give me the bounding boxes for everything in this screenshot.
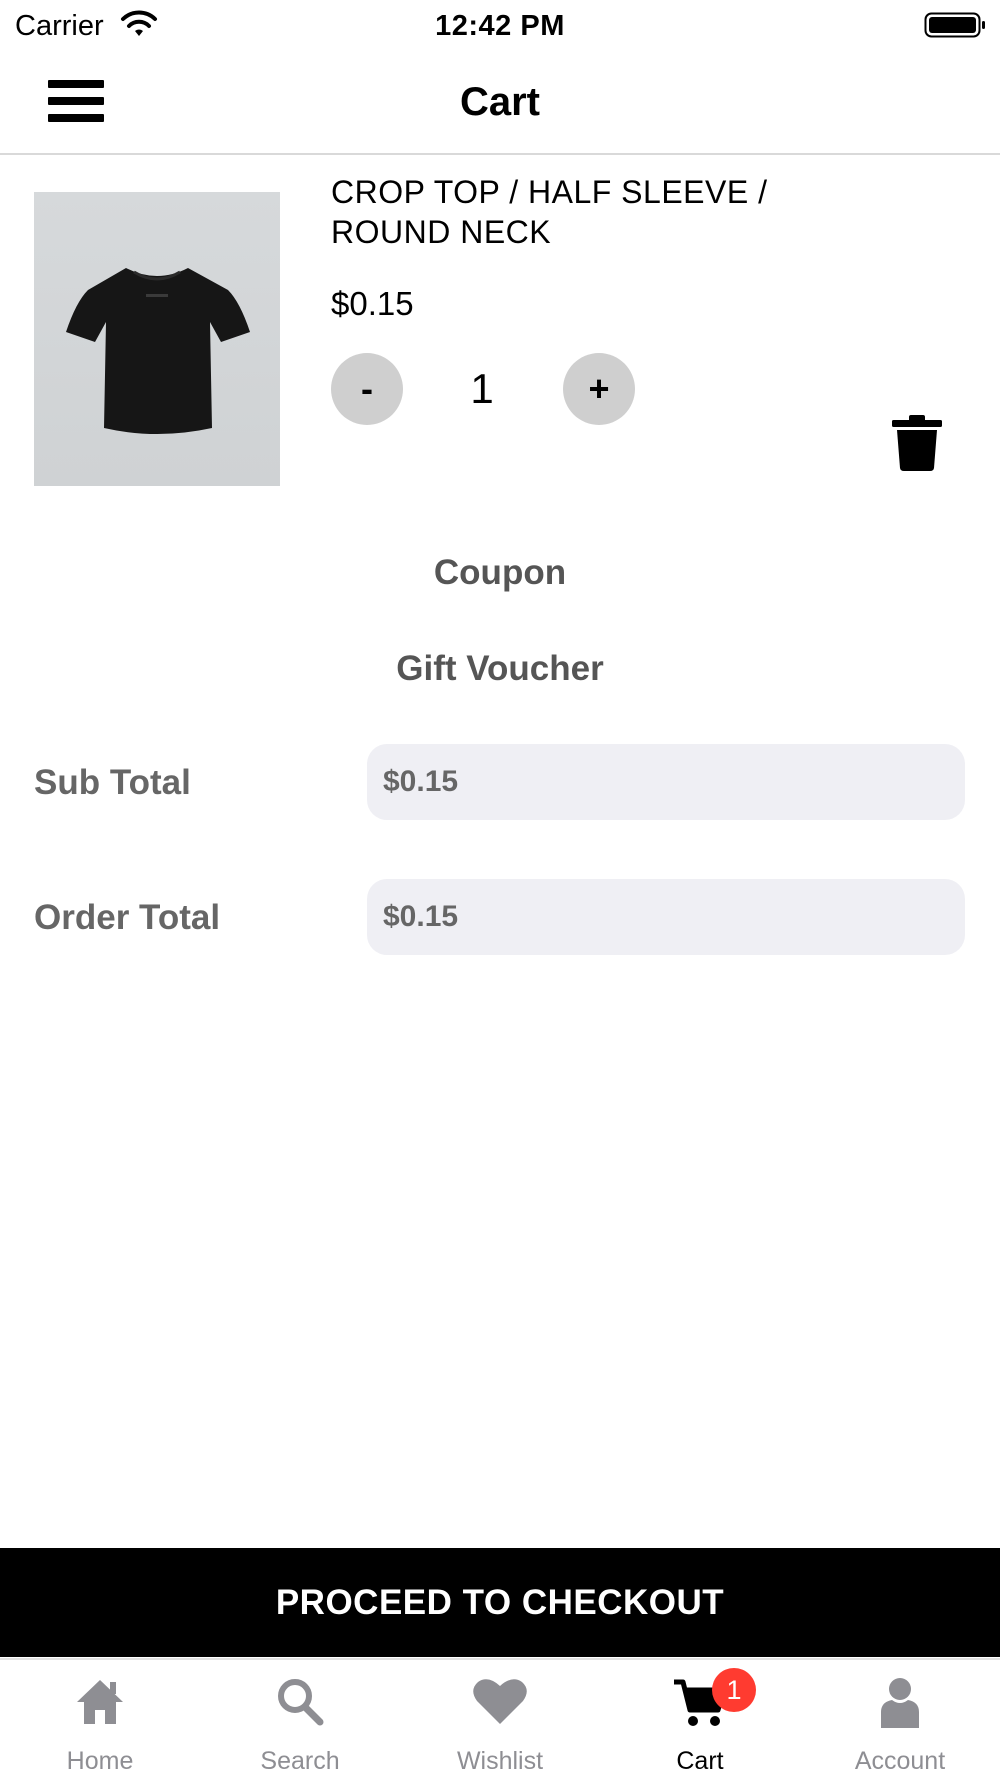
order-total-label: Order Total xyxy=(34,898,221,937)
heart-icon xyxy=(473,1679,527,1724)
product-image[interactable] xyxy=(34,192,280,486)
account-icon xyxy=(881,1678,919,1728)
status-time: 12:42 PM xyxy=(435,10,565,42)
nav-divider xyxy=(0,153,1000,155)
proceed-to-checkout-button[interactable]: PROCEED TO CHECKOUT xyxy=(0,1548,1000,1657)
tab-label: Wishlist xyxy=(456,1747,544,1775)
tab-account[interactable]: Account xyxy=(800,1660,1000,1778)
coupon-link[interactable]: Coupon xyxy=(0,548,1000,598)
decrease-quantity-button[interactable]: - xyxy=(331,353,403,425)
tab-label: Cart xyxy=(676,1747,724,1775)
product-price: $0.15 xyxy=(331,285,414,322)
tab-label: Account xyxy=(854,1747,946,1775)
tab-wishlist[interactable]: Wishlist xyxy=(400,1660,600,1778)
page-title: Cart xyxy=(459,80,541,124)
sub-total-value: $0.15 xyxy=(383,765,459,798)
home-icon xyxy=(77,1680,123,1724)
trash-icon[interactable] xyxy=(890,414,944,472)
order-total-field: $0.15 xyxy=(367,879,965,955)
sub-total-field: $0.15 xyxy=(367,744,965,820)
tab-cart[interactable]: 1 Cart xyxy=(600,1660,800,1778)
quantity-value: 1 xyxy=(470,365,494,412)
order-total-value: $0.15 xyxy=(383,900,459,933)
search-icon xyxy=(278,1679,324,1726)
tab-home[interactable]: Home xyxy=(0,1660,200,1778)
tab-search[interactable]: Search xyxy=(200,1660,400,1778)
tshirt-image xyxy=(66,268,250,434)
increase-quantity-button[interactable]: + xyxy=(563,353,635,425)
tab-label: Home xyxy=(66,1747,134,1775)
tab-label: Search xyxy=(260,1747,340,1775)
cart-badge: 1 xyxy=(712,1668,756,1712)
gift-voucher-link[interactable]: Gift Voucher xyxy=(0,644,1000,694)
product-name: CROP TOP / HALF SLEEVE / ROUND NECK xyxy=(331,174,768,250)
battery-icon xyxy=(924,12,985,38)
sub-total-label: Sub Total xyxy=(34,763,191,802)
